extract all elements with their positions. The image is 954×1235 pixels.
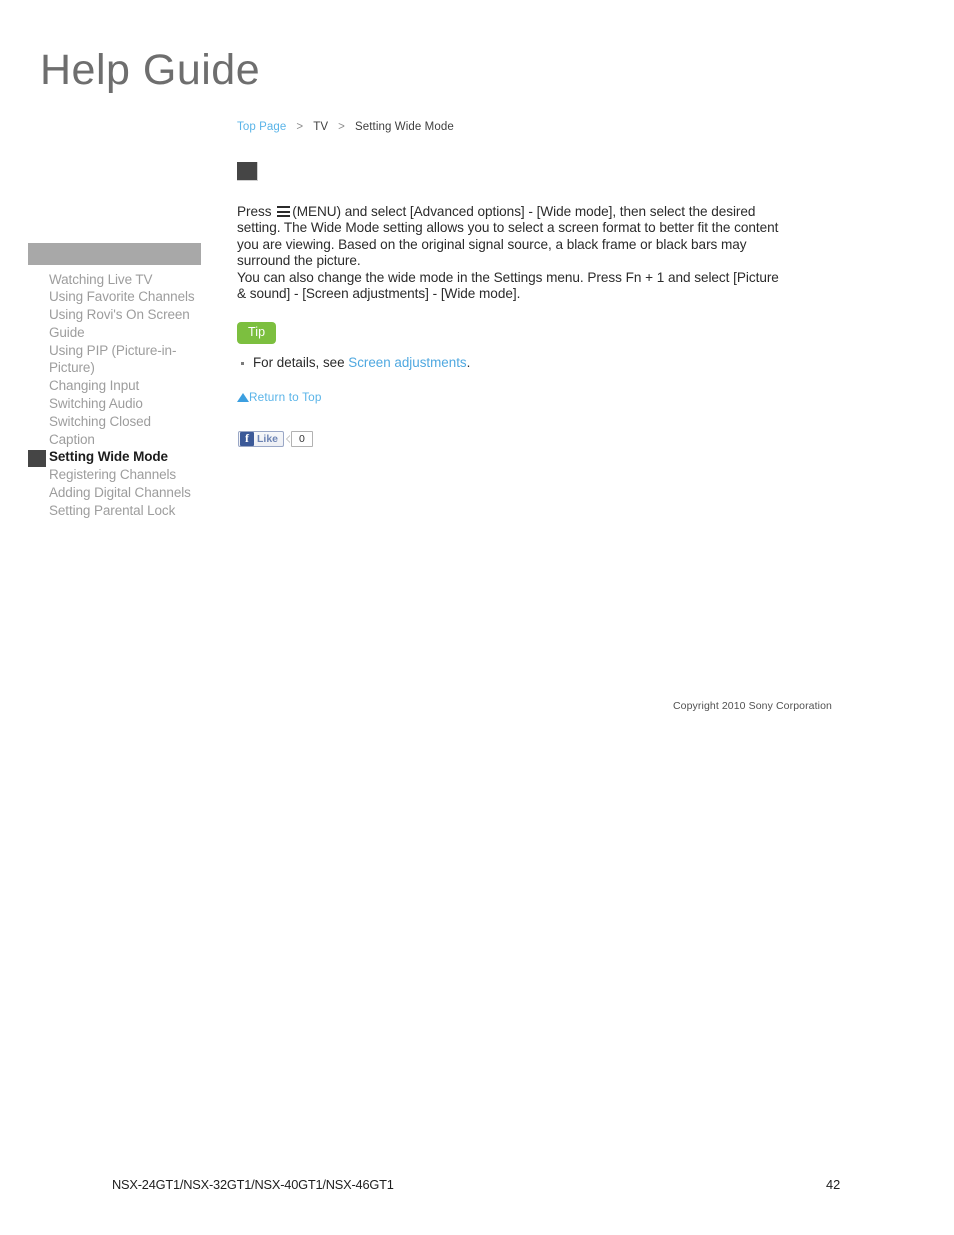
copyright-notice: Copyright 2010 Sony Corporation (673, 700, 832, 712)
sidebar-item-label: Using Rovi's On Screen Guide (49, 307, 190, 340)
sidebar-item-setting-parental-lock[interactable]: Setting Parental Lock (28, 502, 201, 520)
sidebar-item-using-favorite-channels[interactable]: Using Favorite Channels (28, 288, 201, 306)
sidebar-item-adding-digital-channels[interactable]: Adding Digital Channels (28, 484, 201, 502)
facebook-like-label: Like (257, 433, 279, 445)
breadcrumb-current-page: Setting Wide Mode (354, 121, 454, 133)
tip-text-suffix: . (466, 355, 471, 370)
bubble-arrow-fill-icon (287, 435, 292, 443)
tip-badge: Tip (237, 322, 277, 344)
bullet-icon (241, 361, 244, 365)
breadcrumb-separator: > (338, 121, 345, 133)
sidebar-item-registering-channels[interactable]: Registering Channels (28, 466, 201, 484)
sidebar-item-switching-audio[interactable]: Switching Audio (28, 395, 201, 413)
sidebar-item-label: Using PIP (Picture-in-Picture) (49, 342, 177, 376)
sidebar-header-bar (28, 243, 201, 265)
sidebar-item-label: Setting Parental Lock (49, 502, 176, 518)
return-to-top-link[interactable]: Return to Top (237, 390, 322, 405)
sidebar-item-label: Setting Wide Mode (49, 449, 168, 465)
facebook-like-widget: f Like 0 (238, 430, 313, 448)
tip-text-prefix: For details, see (253, 355, 349, 370)
facebook-like-count: 0 (291, 431, 313, 447)
sidebar-item-watching-live-tv[interactable]: Watching Live TV (28, 271, 201, 289)
breadcrumb-link-top-page[interactable]: Top Page (237, 121, 286, 133)
article-body: Press (MENU) and select [Advanced option… (237, 204, 789, 302)
sidebar-item-setting-wide-mode[interactable]: Setting Wide Mode (28, 448, 201, 468)
page-title-image-placeholder (237, 162, 258, 181)
paragraph-text-after-menu-icon: (MENU) and select [Advanced options] - [… (237, 204, 779, 269)
breadcrumb-item-tv[interactable]: TV (313, 121, 328, 133)
active-marker-icon (28, 450, 46, 468)
help-guide-logo: Help Guide (40, 46, 261, 94)
sidebar-item-switching-closed-caption[interactable]: Switching Closed Caption (28, 413, 201, 449)
article-paragraph-1: Press (MENU) and select [Advanced option… (237, 204, 789, 270)
sidebar-item-label: Changing Input (49, 378, 140, 394)
tip-list: For details, see Screen adjustments. (237, 354, 470, 371)
breadcrumb: Top Page > TV > Setting Wide Mode (237, 120, 454, 135)
facebook-like-button[interactable]: f Like (238, 431, 285, 447)
footer-page-number: 42 (826, 1177, 841, 1192)
sidebar-item-changing-input[interactable]: Changing Input (28, 377, 201, 395)
sidebar-navigation: Watching Live TV Using Favorite Channels… (28, 243, 201, 520)
breadcrumb-separator: > (296, 121, 304, 133)
triangle-up-icon (237, 393, 249, 402)
sidebar-item-label: Using Favorite Channels (49, 289, 195, 305)
menu-hamburger-icon (277, 205, 291, 218)
paragraph-text-before-menu-icon: Press (237, 204, 276, 219)
tip-list-item: For details, see Screen adjustments. (237, 354, 470, 371)
footer-model-numbers: NSX-24GT1/NSX-32GT1/NSX-40GT1/NSX-46GT1 (112, 1177, 394, 1192)
sidebar-menu-list: Watching Live TV Using Favorite Channels… (28, 271, 201, 520)
sidebar-item-label: Watching Live TV (49, 271, 153, 287)
sidebar-item-label: Registering Channels (49, 467, 177, 483)
facebook-logo-icon: f (240, 432, 254, 446)
sidebar-item-label: Switching Audio (49, 396, 143, 412)
article-paragraph-2: You can also change the wide mode in the… (237, 269, 779, 302)
return-to-top-label: Return to Top (249, 390, 322, 404)
link-screen-adjustments[interactable]: Screen adjustments (348, 355, 466, 370)
sidebar-item-using-pip[interactable]: Using PIP (Picture-in-Picture) (28, 342, 201, 378)
sidebar-item-label: Adding Digital Channels (49, 485, 191, 501)
sidebar-item-using-rovis-on-screen-guide[interactable]: Using Rovi's On Screen Guide (28, 306, 201, 342)
sidebar-item-label: Switching Closed Caption (49, 413, 151, 447)
facebook-like-count-bubble: 0 (286, 431, 313, 447)
